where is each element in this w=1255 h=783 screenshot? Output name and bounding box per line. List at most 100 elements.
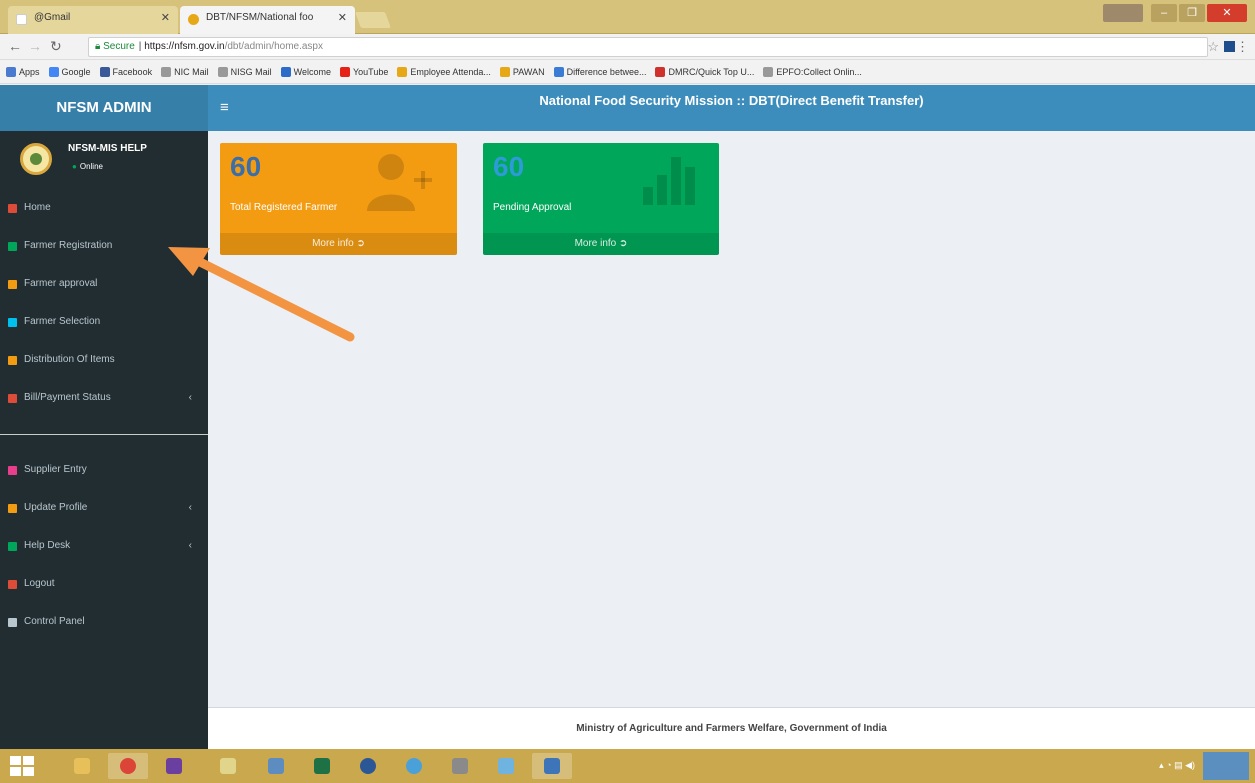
bookmark-item[interactable]: Apps	[6, 66, 40, 77]
sidebar-item-help-desk[interactable]: Help Desk ‹	[0, 531, 208, 561]
chevron-left-icon: ‹	[188, 392, 192, 403]
user-status-text: Online	[79, 162, 103, 171]
bookmark-label: NIC Mail	[174, 66, 209, 77]
bookmark-item[interactable]: Facebook	[99, 66, 152, 77]
bookmark-label: DMRC/Quick Top U...	[668, 66, 755, 77]
sidebar-item-bill-payment-status[interactable]: Bill/Payment Status ‹	[0, 383, 208, 413]
user-status: ● Online	[72, 162, 103, 171]
file-explorer-icon[interactable]	[62, 753, 102, 779]
sidebar-item-control-panel[interactable]: Control Panel	[0, 607, 208, 637]
sidebar-item-label: Control Panel	[24, 616, 85, 627]
bookmark-label: YouTube	[352, 66, 389, 77]
bookmark-star-icon[interactable]: ☆	[1207, 39, 1219, 55]
app-icon[interactable]	[440, 753, 480, 779]
sidebar-item-label: Distribution Of Items	[24, 354, 115, 365]
bookmark-label: PAWAN	[512, 66, 545, 77]
app-icon[interactable]	[532, 753, 572, 779]
back-icon[interactable]: ←	[8, 38, 22, 54]
nfsm-favicon-icon	[188, 14, 199, 25]
bookmark-item[interactable]: PAWAN	[499, 66, 545, 77]
taskbar-clock[interactable]	[1203, 752, 1249, 780]
bookmark-label: NISG Mail	[230, 66, 272, 77]
menu-item-icon	[8, 580, 17, 589]
lock-icon: 🔒︎	[95, 41, 101, 52]
sidebar-item-home[interactable]: Home	[0, 193, 208, 223]
app-icon[interactable]	[256, 753, 296, 779]
profile-button[interactable]	[1103, 4, 1143, 22]
menu-item-icon	[8, 466, 17, 475]
sidebar-item-farmer-registration[interactable]: Farmer Registration	[0, 231, 208, 261]
sidebar-item-distribution-of-items[interactable]: Distribution Of Items	[0, 345, 208, 375]
user-name: NFSM-MIS HELP	[68, 143, 147, 154]
close-tab-icon[interactable]: ✕	[161, 11, 170, 24]
menu-item-icon	[8, 204, 17, 213]
url-input[interactable]: 🔒︎ Secure | https://nfsm.gov.in/dbt/admin…	[88, 37, 1208, 57]
extension-icon[interactable]	[1224, 41, 1235, 52]
tab-title: @Gmail	[34, 12, 71, 23]
system-tray-icons[interactable]: ▴ ◔ ▤ ◀)	[1159, 760, 1195, 771]
sidebar-item-supplier-entry[interactable]: Supplier Entry	[0, 455, 208, 485]
stat-label: Pending Approval	[493, 202, 572, 213]
close-window-icon[interactable]: ✕	[1207, 4, 1247, 22]
bookmark-item[interactable]: EPFO:Collect Onlin...	[763, 66, 862, 77]
app-icon[interactable]	[348, 753, 388, 779]
bookmark-label: Employee Attenda...	[410, 66, 491, 77]
bookmark-item[interactable]: NIC Mail	[161, 66, 209, 77]
sidebar-item-label: Update Profile	[24, 502, 88, 513]
bookmark-item[interactable]: Welcome	[280, 66, 331, 77]
bookmark-icon	[161, 66, 172, 77]
new-tab-button[interactable]	[355, 12, 391, 28]
excel-icon[interactable]	[302, 753, 342, 779]
sidebar-item-farmer-selection[interactable]: Farmer Selection	[0, 307, 208, 337]
menu-item-icon	[8, 394, 17, 403]
bookmark-label: Apps	[19, 66, 40, 77]
arrow-circle-right-icon: ➲	[356, 238, 365, 249]
menu-item-icon	[8, 318, 17, 327]
sidebar-item-label: Farmer approval	[24, 278, 98, 289]
bookmark-item[interactable]: Difference betwee...	[553, 66, 646, 77]
bookmark-icon	[99, 66, 110, 77]
stat-label: Total Registered Farmer	[230, 202, 338, 213]
bookmark-label: Welcome	[293, 66, 331, 77]
page-title: National Food Security Mission :: DBT(Di…	[539, 93, 924, 108]
bookmark-item[interactable]: YouTube	[339, 66, 389, 77]
stat-value: 60	[493, 151, 525, 182]
bookmark-icon	[6, 66, 16, 77]
menu-kebab-icon[interactable]: ⋮	[1236, 39, 1249, 55]
paint-icon[interactable]	[208, 753, 248, 779]
forward-icon[interactable]: →	[28, 38, 42, 54]
network-icon[interactable]	[394, 753, 434, 779]
bookmark-item[interactable]: DMRC/Quick Top U...	[655, 66, 755, 77]
bookmark-label: Google	[61, 66, 91, 77]
browser-tab-dbt[interactable]: DBT/NFSM/National foo ✕	[180, 6, 355, 34]
sidebar-item-label: Help Desk	[24, 540, 71, 551]
bookmark-label: EPFO:Collect Onlin...	[776, 66, 862, 77]
more-info-link[interactable]: More info ➲	[483, 233, 719, 255]
bookmark-item[interactable]: NISG Mail	[217, 66, 272, 77]
secure-label: Secure	[103, 41, 135, 52]
sidebar-item-farmer-approval[interactable]: Farmer approval	[0, 269, 208, 299]
avatar	[20, 143, 52, 175]
more-info-label: More info	[312, 238, 354, 249]
close-tab-icon[interactable]: ✕	[338, 11, 347, 24]
sidebar-item-logout[interactable]: Logout	[0, 569, 208, 599]
bar-chart-icon	[641, 151, 703, 216]
bookmark-item[interactable]: Google	[48, 66, 91, 77]
sidebar-item-update-profile[interactable]: Update Profile ‹	[0, 493, 208, 523]
maximize-icon[interactable]: ❐	[1179, 4, 1205, 22]
more-info-link[interactable]: More info ➲	[220, 233, 457, 255]
minimize-icon[interactable]: –	[1151, 4, 1177, 22]
brand-logo[interactable]: NFSM ADMIN	[0, 85, 208, 131]
main-content: 60 Total Registered Farmer More info ➲ 6…	[208, 131, 1255, 707]
app-icon[interactable]	[486, 753, 526, 779]
browser-tab-gmail[interactable]: @Gmail ✕	[8, 6, 178, 34]
windows-taskbar: ▴ ◔ ▤ ◀)	[0, 749, 1255, 783]
reload-icon[interactable]: ↻	[50, 38, 62, 55]
windows-start-icon[interactable]	[10, 756, 34, 776]
bookmark-item[interactable]: Employee Attenda...	[397, 66, 491, 77]
visual-studio-icon[interactable]	[154, 753, 194, 779]
sidebar-item-label: Farmer Registration	[24, 240, 113, 251]
chrome-icon[interactable]	[108, 753, 148, 779]
menu-item-icon	[8, 356, 17, 365]
gmail-favicon-icon	[16, 14, 27, 25]
